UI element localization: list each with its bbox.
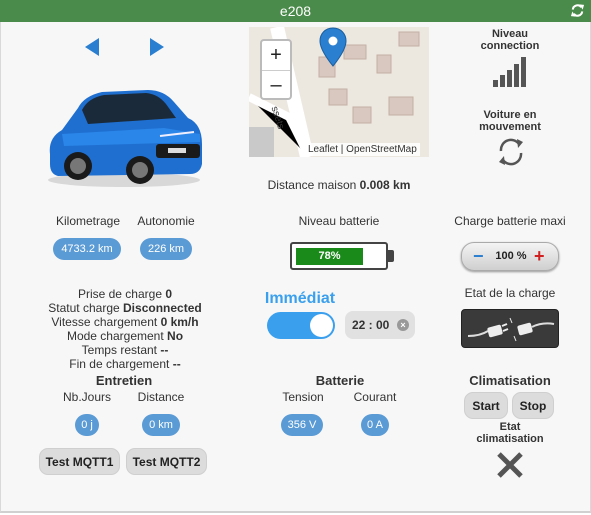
charge-info: Prise de charge 0 Statut charge Disconne… <box>10 287 240 371</box>
current-label: Courant <box>353 390 397 404</box>
distance-maintenance-label: Distance <box>137 390 185 404</box>
odometer-label: Kilometrage <box>55 214 121 228</box>
title-bar: e208 <box>0 0 591 22</box>
range-label: Autonomie <box>137 214 195 228</box>
climate-start-button[interactable]: Start <box>464 392 508 419</box>
distance-maintenance-value: 0 km <box>142 414 180 436</box>
distance-line: Distance maison 0.008 km <box>249 178 429 192</box>
climate-state-label: Etat climatisation <box>476 421 544 445</box>
climate-stop-button[interactable]: Stop <box>512 392 554 419</box>
remaining-time-label: Temps restant <box>81 343 158 357</box>
charge-mode-label: Mode chargement <box>66 329 164 343</box>
sync-icon <box>499 138 523 166</box>
distance-label: Distance maison <box>267 178 357 192</box>
voltage-value: 356 V <box>281 414 323 436</box>
days-label: Nb.Jours <box>62 390 112 404</box>
car-image <box>48 90 202 187</box>
charge-status-label: Statut charge <box>48 301 120 315</box>
charge-speed-label: Vitesse chargement <box>51 315 158 329</box>
plug-value: 0 <box>165 287 173 301</box>
charge-end-value: -- <box>172 357 181 371</box>
movement-label: Voiture en mouvement <box>479 109 541 133</box>
zoom-in-button[interactable]: + <box>262 41 290 70</box>
plug-label: Prise de charge <box>77 287 162 301</box>
max-charge-stepper: − 100 % + <box>461 242 559 271</box>
charge-state-label: Etat de la charge <box>464 286 556 300</box>
remaining-time-value: -- <box>160 343 169 357</box>
charge-speed-line: Vitesse chargement 0 km/h <box>10 315 240 329</box>
current-value: 0 A <box>361 414 389 436</box>
odometer-value: 4733.2 km <box>53 238 121 260</box>
toggle-knob <box>310 314 333 337</box>
connection-label: Niveau connection <box>480 28 540 52</box>
previous-arrow-icon[interactable] <box>84 37 100 57</box>
charge-time-input[interactable]: 22 : 00 × <box>345 311 415 339</box>
clear-time-icon[interactable]: × <box>397 319 409 331</box>
max-charge-label: Charge batterie maxi <box>454 214 566 228</box>
refresh-icon[interactable] <box>570 3 585 18</box>
charge-end-label: Fin de chargement <box>69 357 170 371</box>
charge-status-line: Statut charge Disconnected <box>10 301 240 315</box>
max-charge-value: 100 % <box>495 250 527 262</box>
signal-bars-icon <box>493 57 526 87</box>
range-value: 226 km <box>140 238 192 260</box>
maintenance-title: Entretien <box>95 373 153 388</box>
remaining-time-line: Temps restant -- <box>10 343 240 357</box>
test-mqtt2-button[interactable]: Test MQTT2 <box>126 448 207 475</box>
x-icon <box>497 452 523 478</box>
charge-time-value: 22 : 00 <box>352 318 390 332</box>
charge-state-panel <box>461 309 559 348</box>
immediate-toggle[interactable] <box>267 312 335 339</box>
window-title: e208 <box>279 3 312 19</box>
battery-title: Batterie <box>315 373 365 388</box>
decrease-button[interactable]: − <box>473 246 489 266</box>
distance-value: 0.008 km <box>359 178 411 192</box>
climate-title: Climatisation <box>469 373 551 388</box>
battery-gauge: 78% <box>290 242 388 270</box>
battery-value: 78% <box>318 250 341 262</box>
unplugged-cable-icon <box>467 317 555 342</box>
charge-status-value: Disconnected <box>123 301 202 315</box>
days-value: 0 j <box>75 414 99 436</box>
zoom-out-button[interactable]: – <box>262 70 290 99</box>
test-mqtt1-button[interactable]: Test MQTT1 <box>39 448 120 475</box>
next-arrow-icon[interactable] <box>149 37 165 57</box>
charge-end-line: Fin de chargement -- <box>10 357 240 371</box>
plug-line: Prise de charge 0 <box>10 287 240 301</box>
map-marker-icon[interactable] <box>319 27 347 67</box>
charge-mode-line: Mode chargement No <box>10 329 240 343</box>
charge-mode-title: Immédiat <box>264 290 336 307</box>
charge-mode-value: No <box>167 329 184 343</box>
voltage-label: Tension <box>282 390 324 404</box>
map-attribution[interactable]: Leaflet | OpenStreetMap <box>305 143 420 156</box>
charge-speed-value: 0 km/h <box>160 315 199 329</box>
battery-terminal <box>388 250 394 262</box>
map-zoom-control: + – <box>260 39 292 100</box>
battery-level-label: Niveau batterie <box>298 214 380 228</box>
increase-button[interactable]: + <box>534 245 550 267</box>
